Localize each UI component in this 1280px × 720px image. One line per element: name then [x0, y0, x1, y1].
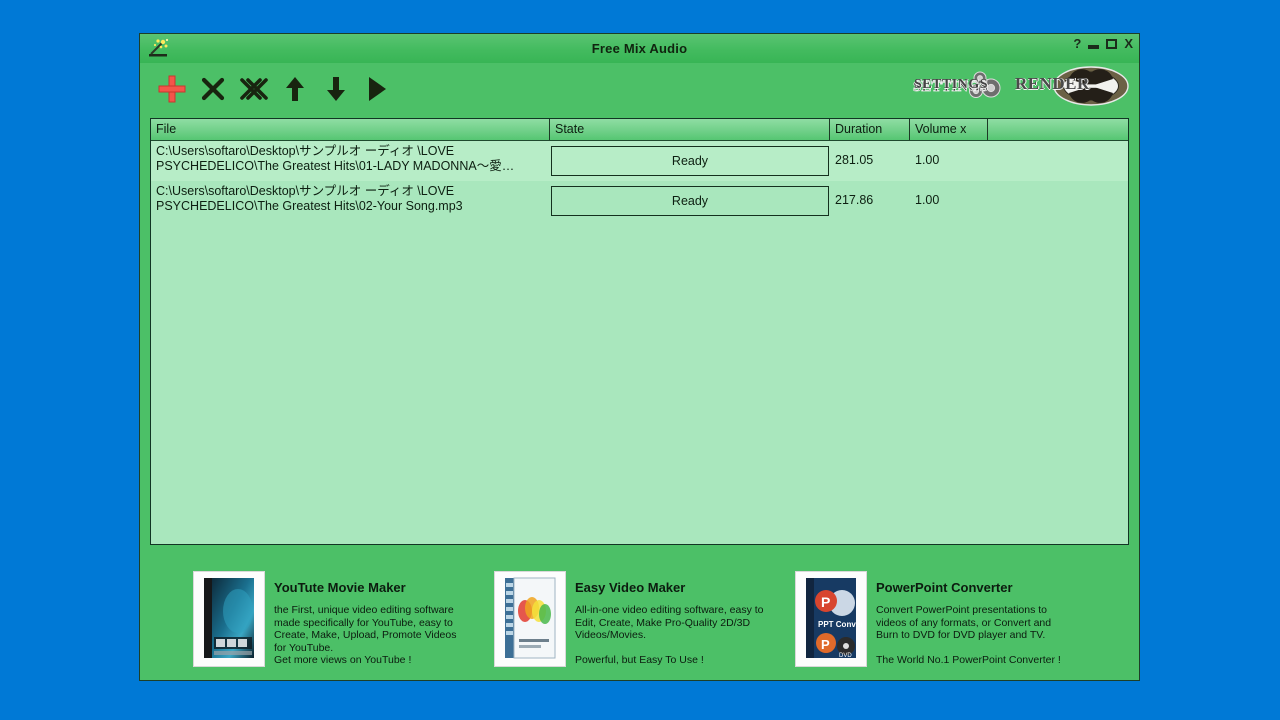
- promo-title: PowerPoint Converter: [876, 580, 1013, 595]
- cell-spacer: [988, 141, 1128, 181]
- cell-spacer: [988, 181, 1128, 221]
- cell-volume[interactable]: 1.00: [910, 141, 988, 181]
- remove-file-button[interactable]: [192, 69, 233, 109]
- file-list-panel[interactable]: File State Duration Volume x C:\Users\so…: [150, 118, 1129, 545]
- settings-button[interactable]: SETTINGS SETTINGS: [910, 66, 1007, 106]
- sparkle-wand-icon: [147, 36, 171, 60]
- promo-description: Convert PowerPoint presentations to vide…: [876, 604, 1061, 667]
- svg-text:DVD: DVD: [839, 653, 852, 659]
- cell-file: C:\Users\softaro\Desktop\サンプルオ ーディオ \LOV…: [156, 144, 515, 173]
- column-header-state[interactable]: State: [550, 119, 830, 140]
- close-button[interactable]: X: [1124, 37, 1133, 50]
- promo-title: Easy Video Maker: [575, 580, 686, 595]
- column-header-file[interactable]: File: [151, 119, 550, 140]
- cell-duration: 281.05: [835, 153, 874, 167]
- app-window: Free Mix Audio ? X SETTINGS SETTINGS REN…: [139, 33, 1140, 681]
- powerpoint-converter-box-icon: P PPT Converter P DVD: [795, 571, 867, 667]
- brand-buttons: SETTINGS SETTINGS RENDER: [910, 65, 1129, 107]
- settings-label: SETTINGS: [914, 77, 989, 92]
- promo-youtube-movie-maker[interactable]: YouTute Movie Maker the First, unique vi…: [193, 571, 493, 667]
- render-label: RENDER: [1015, 74, 1090, 93]
- maximize-button[interactable]: [1106, 38, 1118, 49]
- status-badge: Ready: [551, 146, 829, 176]
- table-row[interactable]: C:\Users\softaro\Desktop\サンプルオ ーディオ \LOV…: [151, 141, 1128, 181]
- promo-description: the First, unique video editing software…: [274, 604, 457, 667]
- list-header: File State Duration Volume x: [151, 119, 1128, 141]
- window-controls: ? X: [1073, 37, 1133, 50]
- svg-text:P: P: [821, 594, 830, 610]
- desktop-background: Free Mix Audio ? X SETTINGS SETTINGS REN…: [0, 0, 1280, 720]
- column-header-volume[interactable]: Volume x: [910, 119, 988, 140]
- promo-powerpoint-converter[interactable]: P PPT Converter P DVD PowerPoint Convert…: [795, 571, 1095, 667]
- table-row[interactable]: C:\Users\softaro\Desktop\サンプルオ ーディオ \LOV…: [151, 181, 1128, 221]
- render-button[interactable]: RENDER: [1013, 65, 1129, 107]
- cell-duration: 217.86: [835, 193, 874, 207]
- column-header-duration[interactable]: Duration: [830, 119, 910, 140]
- move-down-button[interactable]: [315, 69, 356, 109]
- svg-text:P: P: [821, 637, 830, 652]
- remove-all-button[interactable]: [233, 69, 274, 109]
- promo-description: All-in-one video editing software, easy …: [575, 604, 764, 667]
- window-title: Free Mix Audio: [591, 41, 688, 56]
- title-bar: Free Mix Audio ? X: [140, 34, 1139, 63]
- play-button[interactable]: [356, 69, 397, 109]
- cell-state: Ready: [550, 141, 830, 181]
- column-header-spacer: [988, 119, 1128, 140]
- cell-volume[interactable]: 1.00: [910, 181, 988, 221]
- promo-banners: YouTute Movie Maker the First, unique vi…: [140, 545, 1139, 680]
- status-badge: Ready: [551, 186, 829, 216]
- svg-text:PPT Converter: PPT Converter: [818, 620, 862, 629]
- promo-easy-video-maker[interactable]: Easy Video Maker All-in-one video editin…: [494, 571, 794, 667]
- add-file-button[interactable]: [151, 69, 192, 109]
- cell-file: C:\Users\softaro\Desktop\サンプルオ ーディオ \LOV…: [156, 184, 463, 213]
- youtube-movie-maker-box-icon: [193, 571, 265, 667]
- minimize-button[interactable]: [1088, 45, 1100, 49]
- toolbar: SETTINGS SETTINGS RENDER: [140, 63, 1139, 118]
- move-up-button[interactable]: [274, 69, 315, 109]
- help-button[interactable]: ?: [1073, 37, 1081, 50]
- cell-state: Ready: [550, 181, 830, 221]
- promo-title: YouTute Movie Maker: [274, 580, 406, 595]
- toolbar-buttons: [151, 69, 397, 109]
- easy-video-maker-box-icon: [494, 571, 566, 667]
